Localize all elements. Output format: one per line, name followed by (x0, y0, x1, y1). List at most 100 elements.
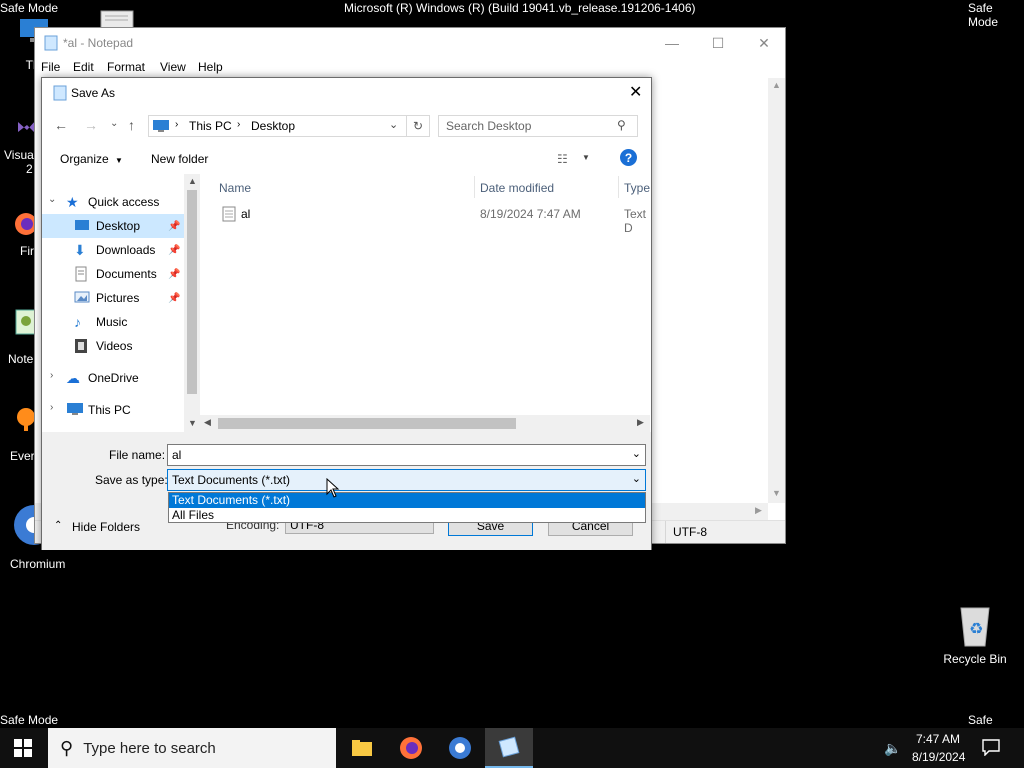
nav-videos[interactable]: Videos (42, 334, 184, 358)
taskbar-chromium[interactable] (436, 728, 484, 768)
notification-icon[interactable] (982, 738, 1000, 759)
view-dropdown-icon[interactable]: ▼ (582, 153, 590, 162)
back-arrow-icon[interactable]: ← (54, 117, 68, 133)
nav-label: Music (96, 315, 128, 329)
menu-file[interactable]: File (41, 60, 60, 74)
view-options-icon[interactable]: ☷ (557, 152, 568, 166)
nav-this-pc[interactable]: This PC (66, 398, 184, 422)
status-encoding: UTF-8 (673, 525, 707, 539)
scroll-right-icon[interactable]: ▶ (755, 505, 762, 516)
pin-icon: 📌 (168, 220, 181, 232)
file-name-input[interactable]: al ⌄ (167, 444, 646, 466)
breadcrumb-this-pc[interactable]: This PC (189, 119, 232, 133)
refresh-button[interactable]: ↻ (406, 116, 429, 136)
file-date: 8/19/2024 7:47 AM (480, 207, 581, 221)
maximize-button[interactable]: ☐ (695, 28, 741, 58)
nav-documents[interactable]: Documents 📌 (42, 262, 184, 286)
notepad-vertical-scrollbar[interactable]: ▲ ▼ (768, 78, 785, 503)
taskbar-search-input[interactable]: Type here to search (83, 740, 216, 757)
nav-label: This PC (88, 403, 131, 417)
scroll-down-icon[interactable]: ▼ (772, 488, 781, 498)
file-list-horizontal-scrollbar[interactable]: ◀ ▶ (200, 415, 650, 432)
hide-folders-button[interactable]: Hide Folders (72, 520, 140, 534)
menu-format[interactable]: Format (107, 60, 145, 74)
table-row[interactable]: al 8/19/2024 7:47 AM Text D (200, 204, 650, 235)
minimize-button[interactable]: — (649, 28, 695, 58)
hide-folders-chevron-icon[interactable]: ⌃ (54, 520, 62, 531)
menu-edit[interactable]: Edit (73, 60, 94, 74)
address-bar[interactable]: › This PC › Desktop ⌄ (148, 115, 430, 137)
address-dropdown-chevron-icon[interactable]: ⌄ (389, 118, 398, 131)
dropdown-option-all-files[interactable]: All Files (169, 508, 645, 523)
column-header-name[interactable]: Name (219, 181, 251, 195)
nav-pictures[interactable]: Pictures 📌 (42, 286, 184, 310)
file-list[interactable]: ⌃ Name Date modified Type al 8/19/2024 7… (200, 174, 650, 415)
this-pc-icon (152, 119, 170, 136)
desktop-folder-icon (74, 218, 90, 234)
recent-locations-chevron-icon[interactable]: ⌄ (110, 118, 118, 129)
nav-pane-scrollbar[interactable]: ▲ ▼ (184, 174, 200, 432)
nav-music[interactable]: ♪ Music (42, 310, 184, 334)
dropdown-option-text-documents[interactable]: Text Documents (*.txt) (169, 493, 645, 508)
taskbar-notepad[interactable] (485, 728, 533, 768)
nav-label: Downloads (96, 243, 156, 257)
expand-chevron-icon[interactable]: › (50, 402, 53, 413)
menu-view[interactable]: View (160, 60, 186, 74)
expand-chevron-icon[interactable]: ⌄ (48, 194, 56, 205)
taskbar-date[interactable]: 8/19/2024 (912, 750, 965, 764)
save-as-dialog[interactable]: Save As ✕ ← → ⌄ ↑ › This PC › Desktop ⌄ … (41, 77, 652, 550)
star-icon: ★ (66, 194, 79, 210)
scroll-right-icon[interactable]: ▶ (637, 417, 644, 428)
forward-arrow-icon[interactable]: → (84, 117, 98, 133)
close-button[interactable]: ✕ (741, 28, 787, 58)
dialog-close-button[interactable]: ✕ (629, 82, 642, 102)
column-header-type[interactable]: Type (624, 181, 650, 195)
up-arrow-icon[interactable]: ↑ (128, 117, 135, 133)
organize-dropdown-icon: ▼ (115, 156, 123, 165)
scroll-thumb[interactable] (187, 190, 197, 394)
menu-help[interactable]: Help (198, 60, 223, 74)
help-icon[interactable]: ? (620, 149, 637, 166)
nav-downloads[interactable]: ⬇ Downloads 📌 (42, 238, 184, 262)
taskbar-search-box[interactable]: ⚲ Type here to search (48, 728, 336, 768)
scroll-up-icon[interactable]: ▲ (188, 176, 197, 186)
notepad-titlebar[interactable]: *al - Notepad — ☐ ✕ (35, 28, 785, 58)
save-as-type-select[interactable]: Text Documents (*.txt) ⌄ (167, 469, 646, 491)
pin-icon: 📌 (168, 292, 181, 304)
column-divider[interactable] (618, 176, 619, 198)
search-box[interactable]: Search Desktop ⚲ (438, 115, 638, 137)
nav-label: OneDrive (88, 371, 139, 385)
desktop-icon-recycle-bin[interactable]: ♻ Recycle Bin (940, 604, 1010, 666)
document-icon (100, 10, 134, 29)
taskbar-firefox[interactable] (387, 728, 435, 768)
file-name: al (241, 207, 251, 221)
sort-ascending-icon: ⌃ (338, 174, 346, 179)
organize-button[interactable]: Organize ▼ (60, 152, 123, 166)
nav-desktop[interactable]: Desktop 📌 (42, 214, 184, 238)
scroll-left-icon[interactable]: ◀ (204, 417, 211, 428)
nav-quick-access[interactable]: ★ Quick access (66, 190, 184, 214)
column-divider[interactable] (474, 176, 475, 198)
column-header-date[interactable]: Date modified (480, 181, 554, 195)
pin-icon: 📌 (168, 244, 181, 256)
download-arrow-icon: ⬇ (74, 242, 86, 258)
scroll-thumb[interactable] (218, 418, 516, 429)
taskbar-file-explorer[interactable] (338, 728, 386, 768)
safe-mode-label-tr: Safe Mode (968, 1, 999, 29)
notepad-menubar: File Edit Format View Help (35, 58, 785, 78)
taskbar-time[interactable]: 7:47 AM (916, 732, 960, 746)
save-as-type-chevron-icon[interactable]: ⌄ (632, 472, 641, 485)
expand-chevron-icon[interactable]: › (50, 370, 53, 381)
new-folder-button[interactable]: New folder (151, 152, 208, 166)
search-input[interactable]: Search Desktop (446, 119, 531, 133)
file-name-dropdown-chevron-icon[interactable]: ⌄ (632, 447, 641, 460)
windows-start-button[interactable] (14, 739, 32, 760)
desktop-icon-label: Recycle Bin (943, 652, 1007, 666)
notepad-app-icon (43, 35, 59, 54)
speaker-muted-icon[interactable]: 🔈 (884, 740, 901, 757)
nav-onedrive[interactable]: ☁ OneDrive (66, 366, 184, 390)
breadcrumb-desktop[interactable]: Desktop (251, 119, 295, 133)
taskbar: ⚲ Type here to search 🔈 7:47 AM 8/19/202… (0, 728, 1024, 768)
scroll-down-icon[interactable]: ▼ (188, 418, 197, 428)
scroll-up-icon[interactable]: ▲ (772, 80, 781, 90)
